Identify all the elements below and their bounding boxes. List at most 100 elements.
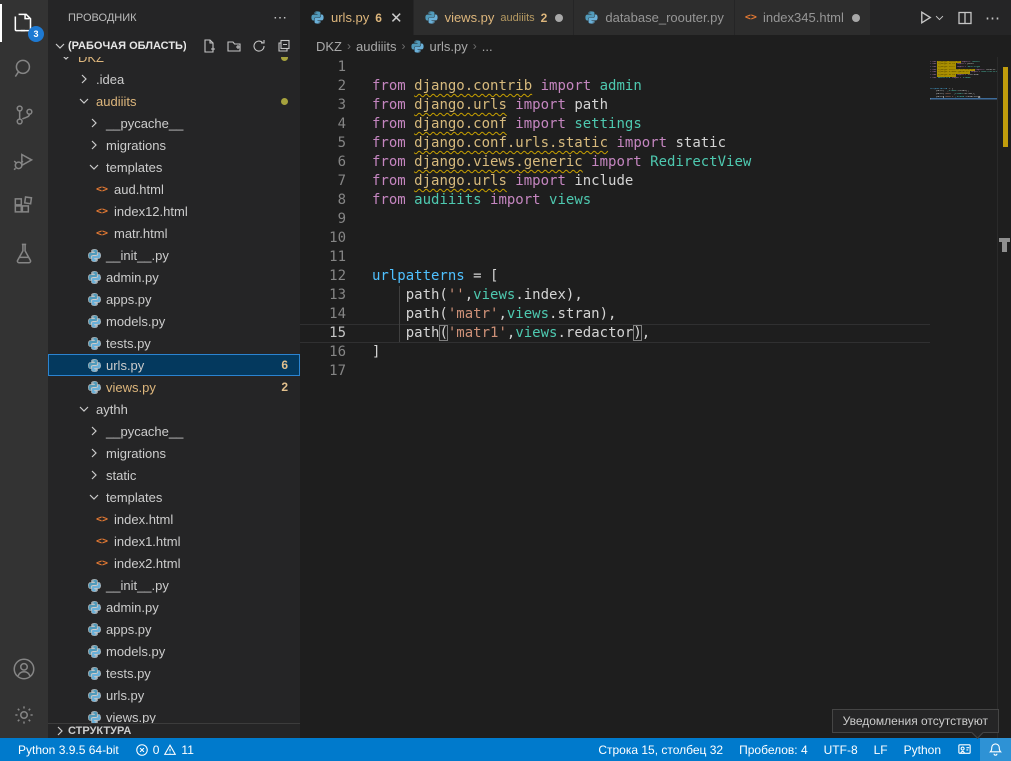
split-editor-icon[interactable]	[957, 10, 973, 26]
breadcrumb-item[interactable]: audiiits	[356, 39, 396, 54]
outline-section-header[interactable]: СТРУКТУРА	[48, 723, 300, 738]
folder-twisty	[76, 401, 92, 417]
tree-item-static[interactable]: static	[48, 464, 300, 486]
account-icon[interactable]	[0, 646, 48, 692]
tree-item-label: admin.py	[106, 600, 159, 615]
new-file-icon[interactable]	[201, 38, 217, 54]
code-line-4[interactable]: 4from django.conf import settings	[300, 115, 930, 134]
tree-item-views-py[interactable]: views.py2	[48, 376, 300, 398]
breadcrumb-item[interactable]: DKZ	[316, 39, 342, 54]
search-icon[interactable]	[0, 46, 48, 92]
tree-item-audiiits[interactable]: audiiits	[48, 90, 300, 112]
python-icon	[87, 380, 102, 395]
status-problems[interactable]: 011	[127, 743, 202, 757]
tree-item-aud-html[interactable]: <>aud.html	[48, 178, 300, 200]
status-language-mode[interactable]: Python	[896, 738, 949, 761]
breadcrumb-item[interactable]: urls.py	[410, 39, 467, 54]
tree-item-models-py[interactable]: models.py	[48, 310, 300, 332]
tree-item-aythh[interactable]: aythh	[48, 398, 300, 420]
run-python-file-button[interactable]	[917, 9, 945, 26]
code-line-2[interactable]: 2from django.contrib import admin	[300, 77, 930, 96]
code-line-12[interactable]: 12urlpatterns = [	[300, 267, 930, 286]
tree-item-templates[interactable]: templates	[48, 156, 300, 178]
overview-ruler[interactable]	[997, 57, 1011, 738]
breadcrumb-item[interactable]: ...	[482, 39, 493, 54]
workspace-section-header[interactable]: (РАБОЧАЯ ОБЛАСТЬ) ...	[48, 35, 300, 57]
code-line-14[interactable]: 14 path('matr',views.stran),	[300, 305, 930, 324]
code-line-10[interactable]: 10	[300, 229, 930, 248]
tree-item-dkz[interactable]: DKZ	[48, 57, 300, 68]
tree-item-index12-html[interactable]: <>index12.html	[48, 200, 300, 222]
tree-item-index-html[interactable]: <>index.html	[48, 508, 300, 530]
explorer-icon[interactable]: 3	[0, 0, 48, 46]
code-line-8[interactable]: 8from audiiits import views	[300, 191, 930, 210]
tree-item-label: __init__.py	[106, 578, 169, 593]
modified-dot[interactable]	[555, 14, 563, 22]
code-line-11[interactable]: 11	[300, 248, 930, 267]
close-icon[interactable]: ✕	[390, 9, 403, 27]
tab-file-icon	[584, 10, 599, 25]
code-line-9[interactable]: 9	[300, 210, 930, 229]
tab-database-roouter-py[interactable]: database_roouter.py	[574, 0, 735, 35]
status-eol[interactable]: LF	[866, 738, 896, 761]
tree-item-index2-html[interactable]: <>index2.html	[48, 552, 300, 574]
refresh-icon[interactable]	[251, 38, 267, 54]
run-debug-icon[interactable]	[0, 138, 48, 184]
sidebar-more-actions[interactable]: ⋯	[273, 9, 288, 26]
code-line-1[interactable]: 1	[300, 58, 930, 77]
tree-item-label: views.py	[106, 380, 156, 395]
new-folder-icon[interactable]	[226, 38, 242, 54]
source-control-icon[interactable]	[0, 92, 48, 138]
line-number: 16	[300, 343, 346, 362]
tree-item-models-py[interactable]: models.py	[48, 640, 300, 662]
tree-item-index1-html[interactable]: <>index1.html	[48, 530, 300, 552]
code-line-16[interactable]: 16]	[300, 343, 930, 362]
status-indentation[interactable]: Пробелов: 4	[731, 738, 816, 761]
status-feedback[interactable]	[949, 738, 980, 761]
tree-item-apps-py[interactable]: apps.py	[48, 288, 300, 310]
tree-item--init-py[interactable]: __init__.py	[48, 574, 300, 596]
tree-item-admin-py[interactable]: admin.py	[48, 596, 300, 618]
tree-item-urls-py[interactable]: urls.py6	[48, 354, 300, 376]
tree-item-urls-py[interactable]: urls.py	[48, 684, 300, 706]
python-icon	[87, 314, 102, 329]
tree-item-views-py[interactable]: views.py	[48, 706, 300, 723]
code-line-13[interactable]: 13 path('',views.index),	[300, 286, 930, 305]
code-line-3[interactable]: 3from django.urls import path	[300, 96, 930, 115]
modified-dot[interactable]	[852, 14, 860, 22]
tree-item--init-py[interactable]: __init__.py	[48, 244, 300, 266]
tab-index345-html[interactable]: <>index345.html	[735, 0, 871, 35]
tree-item--pycache-[interactable]: __pycache__	[48, 420, 300, 442]
code-line-5[interactable]: 5from django.conf.urls.static import sta…	[300, 134, 930, 153]
sidebar-title-row: ПРОВОДНИК ⋯	[48, 0, 300, 35]
tree-item-migrations[interactable]: migrations	[48, 442, 300, 464]
tree-item--pycache-[interactable]: __pycache__	[48, 112, 300, 134]
code-line-7[interactable]: 7from django.urls import include	[300, 172, 930, 191]
tree-item-admin-py[interactable]: admin.py	[48, 266, 300, 288]
status-cursor-position[interactable]: Строка 15, столбец 32	[590, 738, 731, 761]
status-encoding[interactable]: UTF-8	[816, 738, 866, 761]
more-actions-icon[interactable]: ⋯	[985, 9, 1001, 27]
extensions-icon[interactable]	[0, 184, 48, 230]
status-notifications[interactable]	[980, 738, 1011, 761]
tree-item--idea[interactable]: .idea	[48, 68, 300, 90]
tree-item-label: migrations	[106, 138, 166, 153]
status-python-interpreter[interactable]: Python 3.9.5 64-bit	[10, 743, 127, 757]
tree-item-tests-py[interactable]: tests.py	[48, 662, 300, 684]
code-line-17[interactable]: 17	[300, 362, 930, 381]
collapse-all-icon[interactable]	[276, 38, 292, 54]
code-area[interactable]: 12from django.contrib import admin3from …	[300, 57, 1011, 738]
code-line-6[interactable]: 6from django.views.generic import Redire…	[300, 153, 930, 172]
tree-item-tests-py[interactable]: tests.py	[48, 332, 300, 354]
settings-gear-icon[interactable]	[0, 692, 48, 738]
tab-views-py[interactable]: views.pyaudiiits2	[414, 0, 575, 35]
minimap[interactable]: from django.contrib import adminfrom dja…	[930, 58, 997, 104]
tab-urls-py[interactable]: urls.py6✕	[300, 0, 414, 35]
testing-icon[interactable]	[0, 230, 48, 276]
code-line-15[interactable]: 15 path('matr1',views.redactor),	[300, 324, 930, 343]
tree-item-matr-html[interactable]: <>matr.html	[48, 222, 300, 244]
tree-item-templates[interactable]: templates	[48, 486, 300, 508]
tree-item-apps-py[interactable]: apps.py	[48, 618, 300, 640]
tree-item-migrations[interactable]: migrations	[48, 134, 300, 156]
python-icon	[584, 10, 599, 25]
